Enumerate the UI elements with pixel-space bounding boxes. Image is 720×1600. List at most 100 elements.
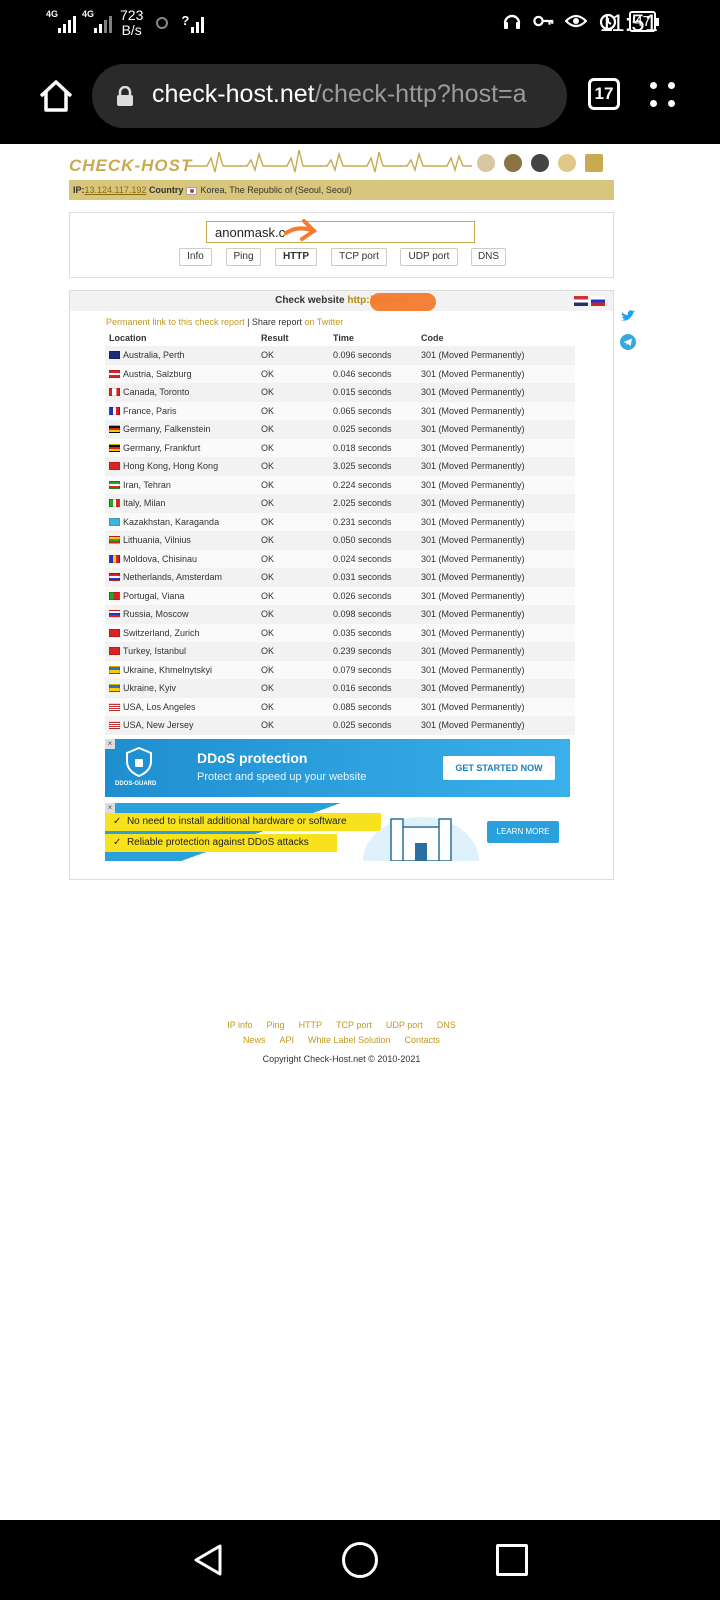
cell-code: 301 (Moved Permanently): [417, 697, 575, 716]
cell-time: 0.025 seconds: [329, 420, 417, 439]
flag-fr-icon: [109, 406, 120, 415]
flag-lt-icon: [109, 536, 120, 545]
code-text: 301 (Moved Permanently): [421, 535, 525, 546]
location-text: Austria, Salzburg: [123, 368, 192, 379]
time-text: 3.025 seconds: [333, 461, 392, 472]
footer-link-dns[interactable]: DNS: [437, 1020, 456, 1030]
cell-location: Lithuania, Vilnius: [105, 531, 257, 550]
cell-time: 0.035 seconds: [329, 623, 417, 642]
cell-location: Germany, Falkenstein: [105, 420, 257, 439]
highlight-arrow-mark: [284, 219, 318, 241]
tab-switcher-button[interactable]: 17: [588, 78, 620, 110]
cell-location: Turkey, Istanbul: [105, 642, 257, 661]
result-text: OK: [261, 350, 275, 361]
cell-code: 301 (Moved Permanently): [417, 642, 575, 661]
cell-time: 0.016 seconds: [329, 679, 417, 698]
cell-code: 301 (Moved Permanently): [417, 660, 575, 679]
table-row: Portugal, Viana OK 0.026 seconds 301 (Moved…: [105, 586, 575, 605]
tab-dns[interactable]: DNS: [471, 248, 506, 266]
windows-icon[interactable]: [585, 154, 603, 172]
footer-link-udp-port[interactable]: UDP port: [386, 1020, 423, 1030]
check-host-site: CHECK-HOST IP:13.124.117.192 Country Kore…: [69, 144, 614, 1064]
signal-1-icon: 4G: [46, 9, 76, 33]
footer-link-news[interactable]: News: [243, 1035, 266, 1045]
tab-ping[interactable]: Ping: [226, 248, 261, 266]
location-text: Moldova, Chisinau: [123, 553, 198, 564]
cell-time: 3.025 seconds: [329, 457, 417, 476]
cell-time: 0.085 seconds: [329, 697, 417, 716]
mac-icon[interactable]: [477, 154, 495, 172]
host-input[interactable]: [206, 221, 475, 243]
english-flag-icon[interactable]: [574, 296, 588, 306]
telegram-icon[interactable]: [620, 334, 636, 350]
system-home-button[interactable]: [342, 1542, 378, 1578]
code-text: 301 (Moved Permanently): [421, 405, 525, 416]
get-started-button[interactable]: GET STARTED NOW: [443, 756, 555, 780]
footer-links: IP info Ping HTTP TCP port UDP port DNS News A…: [69, 1018, 614, 1048]
ip-value[interactable]: 13.124.117.192: [85, 185, 147, 195]
url-text[interactable]: check-host.net/check-http?host=a: [152, 80, 527, 109]
table-row: USA, Los Angeles OK 0.085 seconds 301 (Move…: [105, 697, 575, 716]
result-text: OK: [261, 479, 275, 490]
results-table: Location Result Time Code Australia, Per…: [105, 330, 575, 735]
cell-time: 0.231 seconds: [329, 512, 417, 531]
footer-link-ping[interactable]: Ping: [267, 1020, 285, 1030]
nfc-icon: [151, 12, 173, 34]
code-text: 301 (Moved Permanently): [421, 368, 525, 379]
cell-code: 301 (Moved Permanently): [417, 364, 575, 383]
tab-http[interactable]: HTTP: [275, 248, 317, 266]
result-text: OK: [261, 609, 275, 620]
browser-menu-button[interactable]: [650, 80, 680, 110]
footer-link-white-label[interactable]: White Label Solution: [308, 1035, 391, 1045]
back-icon: [194, 1544, 222, 1576]
ad-subtitle: Protect and speed up your website: [197, 771, 367, 783]
cell-time: 0.031 seconds: [329, 568, 417, 587]
code-text: 301 (Moved Permanently): [421, 424, 525, 435]
share-twitter-link[interactable]: on Twitter: [304, 317, 343, 327]
permalink-link[interactable]: Permanent link to this check report: [106, 317, 245, 327]
flag-ir-icon: [109, 480, 120, 489]
linux-icon[interactable]: [531, 154, 549, 172]
cell-code: 301 (Moved Permanently): [417, 383, 575, 402]
table-row: Iran, Tehran OK 0.224 seconds 301 (Moved Pe…: [105, 475, 575, 494]
code-text: 301 (Moved Permanently): [421, 701, 525, 712]
app-icon[interactable]: [504, 154, 522, 172]
time-text: 0.026 seconds: [333, 590, 392, 601]
footer-link-ip-info[interactable]: IP info: [227, 1020, 252, 1030]
time-text: 0.046 seconds: [333, 368, 392, 379]
location-text: Italy, Milan: [123, 498, 166, 509]
footer-row-1: IP info Ping HTTP TCP port UDP port DNS: [69, 1018, 614, 1033]
ad2-close-icon[interactable]: ×: [105, 803, 115, 813]
russian-flag-icon[interactable]: [591, 296, 605, 306]
twitter-icon[interactable]: [620, 308, 636, 324]
location-text: Australia, Perth: [123, 350, 185, 361]
flag-us-icon: [109, 702, 120, 711]
table-row: Germany, Falkenstein OK 0.025 seconds 301 (…: [105, 420, 575, 439]
footer-link-http[interactable]: HTTP: [299, 1020, 323, 1030]
footer-link-tcp-port[interactable]: TCP port: [336, 1020, 372, 1030]
signal-2-label: 4G: [82, 9, 95, 19]
tab-info[interactable]: Info: [179, 248, 212, 266]
ddos-guard-ad[interactable]: × DDOS-GUARD DDoS protection Protect and…: [105, 739, 570, 797]
back-button[interactable]: [190, 1542, 226, 1578]
footer-link-contacts[interactable]: Contacts: [405, 1035, 441, 1045]
home-icon: [39, 80, 73, 112]
ad-close-icon[interactable]: ×: [105, 739, 115, 749]
footer-link-api[interactable]: API: [279, 1035, 294, 1045]
tab-tcp-port[interactable]: TCP port: [331, 248, 387, 266]
site-logo[interactable]: CHECK-HOST: [69, 156, 192, 176]
ddos-protection-ad[interactable]: × ✓ No need to install additional hardwa…: [105, 803, 570, 861]
check-form: Info Ping HTTP TCP port UDP port DNS: [69, 212, 614, 278]
learn-more-button[interactable]: LEARN MORE: [487, 821, 559, 843]
result-text: OK: [261, 664, 275, 675]
address-bar[interactable]: check-host.net/check-http?host=a: [92, 64, 567, 128]
column-result: Result: [257, 330, 329, 346]
ip-label: IP:: [73, 185, 85, 195]
android-icon[interactable]: [558, 154, 576, 172]
cell-code: 301 (Moved Permanently): [417, 531, 575, 550]
recents-button[interactable]: [496, 1544, 528, 1576]
cell-result: OK: [257, 364, 329, 383]
tab-udp-port[interactable]: UDP port: [400, 248, 458, 266]
home-button[interactable]: [36, 76, 76, 116]
result-text: OK: [261, 572, 275, 583]
